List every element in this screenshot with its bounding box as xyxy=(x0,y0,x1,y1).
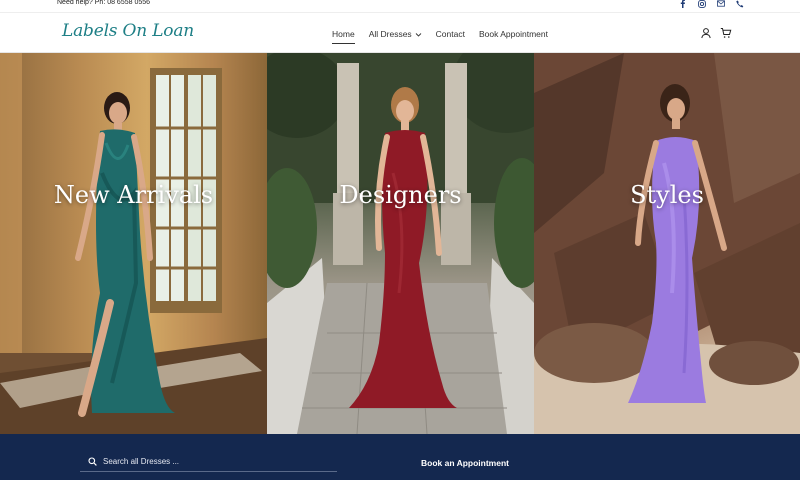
nav-contact-label: Contact xyxy=(435,28,465,39)
designers-photo xyxy=(267,53,534,434)
nav-all-dresses-label: All Dresses xyxy=(368,28,412,39)
header-actions xyxy=(700,27,732,39)
search-input[interactable] xyxy=(103,457,323,466)
main-nav: Home All Dresses Contact Book Appointmen… xyxy=(332,13,548,54)
new-arrivals-photo xyxy=(0,53,267,434)
category-card-styles[interactable]: Styles xyxy=(534,53,800,434)
nav-all-dresses[interactable]: All Dresses xyxy=(369,25,422,43)
category-title-styles: Styles xyxy=(630,181,704,209)
mail-icon[interactable] xyxy=(716,0,725,8)
book-appointment-link[interactable]: Book an Appointment xyxy=(421,458,509,468)
category-title-new-arrivals: New Arrivals xyxy=(53,181,214,209)
styles-photo xyxy=(534,53,800,434)
cart-icon[interactable] xyxy=(720,27,732,39)
top-bar: Need help? Ph: 08 6558 0556 xyxy=(0,0,800,9)
nav-home[interactable]: Home xyxy=(332,25,355,44)
site-header: Labels On Loan Home All Dresses Contact … xyxy=(0,12,800,53)
instagram-icon[interactable] xyxy=(697,0,706,8)
nav-book-appointment[interactable]: Book Appointment xyxy=(479,25,548,43)
nav-contact[interactable]: Contact xyxy=(436,25,465,43)
dress-search xyxy=(80,452,337,472)
phone-icon[interactable] xyxy=(735,0,744,8)
nav-book-appointment-label: Book Appointment xyxy=(478,28,548,39)
social-links xyxy=(678,0,744,8)
category-card-new-arrivals[interactable]: New Arrivals xyxy=(0,53,267,434)
chevron-down-icon xyxy=(415,30,422,37)
site-logo[interactable]: Labels On Loan xyxy=(62,21,194,41)
help-phone-text: Need help? Ph: 08 6558 0556 xyxy=(57,0,151,6)
footer-band: Book an Appointment xyxy=(0,434,800,480)
category-card-designers[interactable]: Designers xyxy=(267,53,534,434)
search-icon xyxy=(88,453,97,471)
facebook-icon[interactable] xyxy=(678,0,687,8)
nav-home-label: Home xyxy=(332,28,355,39)
category-title-designers: Designers xyxy=(339,181,462,209)
user-icon[interactable] xyxy=(700,27,712,39)
hero-categories: New Arrivals Designers Styles xyxy=(0,53,800,434)
